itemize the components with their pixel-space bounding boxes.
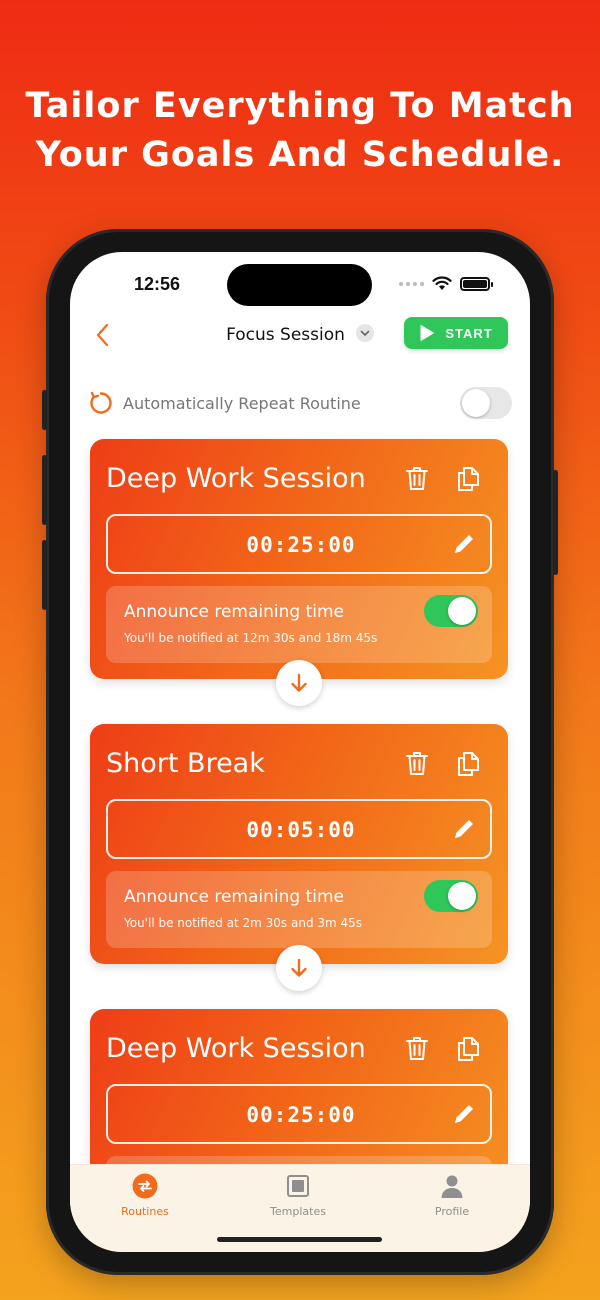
trash-icon[interactable] bbox=[402, 463, 432, 493]
templates-icon bbox=[287, 1175, 309, 1197]
pencil-icon[interactable] bbox=[450, 1100, 478, 1128]
tab-routines-label: Routines bbox=[121, 1205, 169, 1218]
step-card: Deep Work Session 00:25:00 Announce rema… bbox=[90, 439, 508, 679]
step-card: Short Break 00:05:00 Announce remaining … bbox=[90, 724, 508, 964]
announce-subtitle: You'll be notified at 2m 30s and 3m 45s bbox=[124, 916, 363, 930]
arrow-down-icon bbox=[291, 673, 307, 692]
phone-side-button-volume-up bbox=[42, 455, 47, 525]
repeat-routine-label: Automatically Repeat Routine bbox=[123, 394, 361, 413]
duplicate-icon[interactable] bbox=[453, 748, 483, 778]
announce-label: Announce remaining time bbox=[124, 887, 344, 907]
signal-dots-icon bbox=[399, 281, 424, 286]
pencil-icon[interactable] bbox=[450, 815, 478, 843]
next-step-arrow[interactable] bbox=[276, 660, 322, 706]
headline-line-2: Your Goals And Schedule. bbox=[35, 135, 565, 175]
pencil-icon[interactable] bbox=[450, 530, 478, 558]
phone-screen: 12:56 Focus Session START Automatically … bbox=[70, 252, 530, 1252]
duration-field[interactable]: 00:05:00 bbox=[106, 799, 492, 859]
toggle-knob bbox=[448, 597, 476, 625]
announce-subtitle: You'll be notified at 12m 30s and 18m 45… bbox=[124, 631, 378, 645]
wifi-icon bbox=[432, 276, 452, 290]
phone-side-button-action bbox=[42, 390, 47, 430]
routine-title: Focus Session bbox=[226, 325, 345, 345]
duration-value: 00:25:00 bbox=[246, 533, 356, 557]
announce-toggle[interactable] bbox=[424, 595, 478, 627]
home-indicator bbox=[217, 1237, 382, 1242]
toggle-knob bbox=[462, 389, 490, 417]
headline: Tailor Everything To Match Your Goals An… bbox=[0, 82, 600, 180]
nav-bar: Focus Session START bbox=[70, 316, 530, 356]
dynamic-island bbox=[227, 264, 372, 306]
arrow-down-icon bbox=[291, 958, 307, 977]
tab-profile-label: Profile bbox=[434, 1205, 470, 1218]
play-icon bbox=[420, 325, 435, 341]
profile-icon bbox=[441, 1175, 463, 1198]
next-step-arrow[interactable] bbox=[276, 945, 322, 991]
repeat-routine-row: Automatically Repeat Routine bbox=[88, 386, 512, 420]
step-title: Deep Work Session bbox=[106, 1033, 366, 1064]
headline-line-1: Tailor Everything To Match bbox=[25, 86, 575, 126]
phone-side-button-volume-down bbox=[42, 540, 47, 610]
tab-routines[interactable]: Routines bbox=[95, 1171, 195, 1218]
announce-panel: Announce remaining time You'll be notifi… bbox=[106, 871, 492, 948]
status-icons bbox=[399, 276, 493, 291]
step-title: Deep Work Session bbox=[106, 463, 366, 494]
duration-field[interactable]: 00:25:00 bbox=[106, 1084, 492, 1144]
trash-icon[interactable] bbox=[402, 1033, 432, 1063]
duplicate-icon[interactable] bbox=[453, 463, 483, 493]
announce-toggle[interactable] bbox=[424, 880, 478, 912]
step-title: Short Break bbox=[106, 748, 265, 779]
announce-panel: Announce remaining time You'll be notifi… bbox=[106, 586, 492, 663]
tab-templates[interactable]: Templates bbox=[248, 1171, 348, 1218]
battery-icon bbox=[460, 276, 493, 291]
duration-value: 00:25:00 bbox=[246, 1103, 356, 1127]
duplicate-icon[interactable] bbox=[453, 1033, 483, 1063]
phone-side-button-power bbox=[553, 470, 558, 575]
tab-profile[interactable]: Profile bbox=[402, 1171, 502, 1218]
duration-field[interactable]: 00:25:00 bbox=[106, 514, 492, 574]
start-label: START bbox=[445, 325, 493, 341]
duration-value: 00:05:00 bbox=[246, 818, 356, 842]
toggle-knob bbox=[448, 882, 476, 910]
repeat-routine-toggle[interactable] bbox=[460, 387, 512, 419]
announce-label: Announce remaining time bbox=[124, 602, 344, 622]
tab-templates-label: Templates bbox=[270, 1205, 326, 1218]
repeat-icon bbox=[90, 391, 112, 414]
start-button[interactable]: START bbox=[404, 317, 508, 349]
status-time: 12:56 bbox=[133, 274, 181, 294]
routines-icon bbox=[132, 1173, 158, 1199]
trash-icon[interactable] bbox=[402, 748, 432, 778]
chevron-down-icon bbox=[355, 324, 374, 343]
